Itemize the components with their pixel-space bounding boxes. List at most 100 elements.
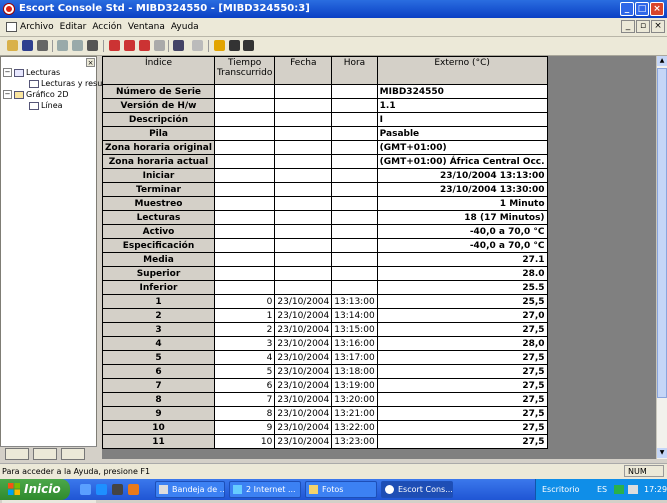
reading-index[interactable]: 4 <box>102 336 215 351</box>
summary-row[interactable]: Inferior 25.5 <box>102 280 548 295</box>
reading-elapsed[interactable]: 9 <box>213 420 276 435</box>
summary-row[interactable]: Lecturas 18 (17 Minutos) <box>102 210 548 225</box>
reading-value[interactable]: 27,5 <box>376 434 548 449</box>
reading-row[interactable]: 1 0 23/10/2004 13:13:00 25,5 <box>102 294 548 309</box>
maximize-button[interactable]: □ <box>635 2 649 16</box>
scroll-down-icon[interactable]: ▼ <box>657 448 667 458</box>
summary-row[interactable]: Muestreo 1 Minuto <box>102 196 548 211</box>
reading-time[interactable]: 13:18:00 <box>331 364 378 379</box>
save-icon[interactable] <box>22 40 33 51</box>
document-icon[interactable] <box>6 22 17 32</box>
reading-value[interactable]: 27,5 <box>376 322 548 337</box>
summary-row[interactable]: Pila Pasable <box>102 126 548 141</box>
reading-row[interactable]: 3 2 23/10/2004 13:15:00 27,5 <box>102 322 548 337</box>
empty-cell[interactable] <box>331 280 378 295</box>
empty-cell[interactable] <box>213 112 276 127</box>
reading-value[interactable]: 27,5 <box>376 392 548 407</box>
empty-cell[interactable] <box>331 238 378 253</box>
empty-cell[interactable] <box>331 168 378 183</box>
reading-elapsed[interactable]: 4 <box>213 350 276 365</box>
reading-value[interactable]: 25,5 <box>376 294 548 309</box>
summary-label[interactable]: Descripción <box>102 112 215 127</box>
menu-editar[interactable]: Editar <box>60 22 87 32</box>
reading-time[interactable]: 13:23:00 <box>331 434 378 449</box>
language-indicator[interactable]: ES <box>597 485 607 494</box>
reading-date[interactable]: 23/10/2004 <box>274 350 333 365</box>
reading-row[interactable]: 9 8 23/10/2004 13:21:00 27,5 <box>102 406 548 421</box>
summary-label[interactable]: Terminar <box>102 182 215 197</box>
reading-date[interactable]: 23/10/2004 <box>274 378 333 393</box>
empty-cell[interactable] <box>274 84 333 99</box>
upload-icon[interactable] <box>72 40 83 51</box>
summary-row[interactable]: Especificación -40,0 a 70,0 °C <box>102 238 548 253</box>
scroll-up-icon[interactable]: ▲ <box>657 56 667 66</box>
reading-row[interactable]: 11 10 23/10/2004 13:23:00 27,5 <box>102 434 548 449</box>
reading-row[interactable]: 10 9 23/10/2004 13:22:00 27,5 <box>102 420 548 435</box>
copy-icon[interactable] <box>173 40 184 51</box>
summary-label[interactable]: Zona horaria original <box>102 140 215 155</box>
device-icon[interactable] <box>87 40 98 51</box>
collapse-icon[interactable]: − <box>3 68 12 77</box>
summary-value[interactable]: 1.1 <box>376 98 548 113</box>
summary-row[interactable]: Versión de H/w 1.1 <box>102 98 548 113</box>
reading-row[interactable]: 7 6 23/10/2004 13:19:00 27,5 <box>102 378 548 393</box>
empty-cell[interactable] <box>331 84 378 99</box>
empty-cell[interactable] <box>331 98 378 113</box>
open-icon[interactable] <box>7 40 18 51</box>
empty-cell[interactable] <box>331 126 378 141</box>
empty-cell[interactable] <box>274 140 333 155</box>
summary-row[interactable]: Zona horaria actual (GMT+01:00) África Ce… <box>102 154 548 169</box>
title-bar[interactable]: Escort Console Std - MIBD324550 - [MIBD3… <box>0 0 667 18</box>
show-desktop-icon[interactable] <box>80 484 91 495</box>
zoom-icon[interactable] <box>192 40 203 51</box>
reading-time[interactable]: 13:22:00 <box>331 420 378 435</box>
reading-time[interactable]: 13:20:00 <box>331 392 378 407</box>
summary-label[interactable]: Media <box>102 252 215 267</box>
summary-label[interactable]: Superior <box>102 266 215 281</box>
reading-row[interactable]: 4 3 23/10/2004 13:16:00 28,0 <box>102 336 548 351</box>
summary-row[interactable]: Número de Serie MIBD324550 <box>102 84 548 99</box>
reading-time[interactable]: 13:16:00 <box>331 336 378 351</box>
empty-cell[interactable] <box>213 126 276 141</box>
empty-cell[interactable] <box>331 224 378 239</box>
reading-date[interactable]: 23/10/2004 <box>274 406 333 421</box>
empty-cell[interactable] <box>213 252 276 267</box>
empty-cell[interactable] <box>274 182 333 197</box>
reading-date[interactable]: 23/10/2004 <box>274 392 333 407</box>
empty-cell[interactable] <box>274 126 333 141</box>
empty-cell[interactable] <box>274 238 333 253</box>
empty-cell[interactable] <box>213 266 276 281</box>
summary-value[interactable]: 23/10/2004 13:13:00 <box>376 168 548 183</box>
reading-time[interactable]: 13:17:00 <box>331 350 378 365</box>
summary-label[interactable]: Especificación <box>102 238 215 253</box>
desktop-toolbar[interactable]: Escritorio <box>542 485 580 494</box>
reading-row[interactable]: 6 5 23/10/2004 13:18:00 27,5 <box>102 364 548 379</box>
summary-value[interactable]: (GMT+01:00) <box>376 140 548 155</box>
summary-label[interactable]: Zona horaria actual <box>102 154 215 169</box>
empty-cell[interactable] <box>213 168 276 183</box>
reading-value[interactable]: 27,5 <box>376 378 548 393</box>
reading-index[interactable]: 11 <box>102 434 215 449</box>
reading-elapsed[interactable]: 10 <box>213 434 276 449</box>
summary-label[interactable]: Activo <box>102 224 215 239</box>
empty-cell[interactable] <box>213 154 276 169</box>
home-icon[interactable] <box>214 40 225 51</box>
reading-value[interactable]: 27,0 <box>376 308 548 323</box>
reading-elapsed[interactable]: 7 <box>213 392 276 407</box>
empty-cell[interactable] <box>331 140 378 155</box>
reading-index[interactable]: 3 <box>102 322 215 337</box>
summary-row[interactable]: Media 27.1 <box>102 252 548 267</box>
empty-cell[interactable] <box>274 252 333 267</box>
vertical-scrollbar[interactable]: ▲ ▼ <box>656 56 667 459</box>
minimize-button[interactable]: _ <box>620 2 634 16</box>
empty-cell[interactable] <box>213 210 276 225</box>
task-bandeja[interactable]: Bandeja de ... <box>155 481 225 498</box>
tree-node-linea[interactable]: Línea <box>3 101 102 112</box>
empty-cell[interactable] <box>213 280 276 295</box>
reading-date[interactable]: 23/10/2004 <box>274 336 333 351</box>
internet-explorer-icon[interactable] <box>96 484 107 495</box>
empty-cell[interactable] <box>331 252 378 267</box>
summary-row[interactable]: Descripción I <box>102 112 548 127</box>
logger-stop-icon[interactable] <box>139 40 150 51</box>
empty-cell[interactable] <box>213 238 276 253</box>
